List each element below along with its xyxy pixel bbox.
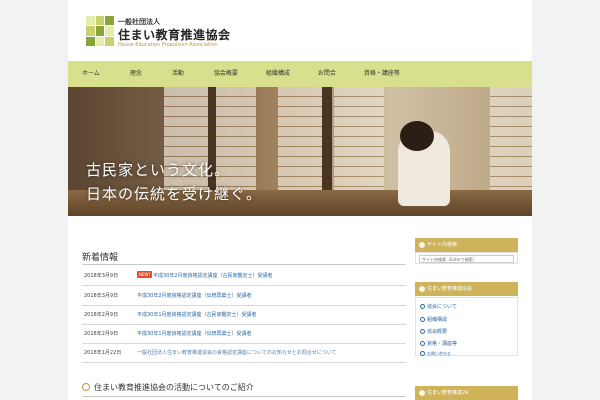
sidebar-link-label: 資格・講座等 [427, 341, 458, 347]
page: 一般社団法人 住まい教育推進協会 House Education Propuls… [0, 0, 600, 400]
news-date: 2018年2月9日 [84, 331, 119, 337]
news-date: 2018年3月9日 [84, 273, 119, 279]
news-date: 2018年2月9日 [84, 312, 119, 318]
news-link[interactable]: 平成30年2月度資格認定講座（伝統再築士）受講者 [137, 292, 252, 299]
news-item: 2018年1月22日 一般社団法人住まい教育推進協会の資格認定講座についてのお知… [82, 344, 406, 363]
logo-title[interactable]: 住まい教育推進協会 [118, 26, 231, 43]
news-link[interactable]: 平成30年1月度資格認定講座（古民家鑑定士）受講者 [137, 311, 257, 318]
heading-dot-icon [419, 390, 425, 396]
news-link[interactable]: 平成30年1月度資格認定講座（伝統再築士）受講者 [137, 330, 252, 337]
arrow-circle-icon [420, 351, 425, 356]
section-bullet-icon [82, 383, 90, 391]
child-hair [400, 121, 434, 151]
sidebar-heading-menu: 住まい教育推進協会 [415, 282, 518, 296]
sidebar-menu: 協会について 組織構成 協会概要 資格・講座等 お問い合わせ [415, 297, 518, 356]
sidebar-link[interactable]: 協会について [420, 303, 457, 310]
news-date: 2018年1月22日 [84, 350, 122, 356]
news-divider [82, 264, 406, 265]
hero-banner: 古民家という文化。 日本の伝統を受け継ぐ。 [68, 87, 532, 216]
main-nav: ホーム 理念 活動 協会概要 組織構成 お問合 資格・講座等 [68, 61, 532, 87]
news-item: 2018年3月9日 平成30年2月度資格認定講座（伝統再築士）受講者 [82, 287, 406, 306]
search-input[interactable]: サイト内検索（Enterで検索） [419, 255, 514, 263]
sidebar-heading-search: サイト内検索 [415, 238, 518, 252]
sidebar-link[interactable]: 資格・講座等 [420, 340, 457, 347]
nav-item-philosophy[interactable]: 理念 [130, 61, 142, 87]
logo-english: House Education Propulsion Association [118, 42, 218, 48]
sidebar-heading-label: 住まい教育推進24 [427, 390, 469, 396]
sidebar-link[interactable]: 協会概要 [420, 328, 447, 335]
heading-dot-icon [419, 286, 425, 292]
arrow-circle-icon [420, 341, 425, 346]
nav-item-about[interactable]: 協会概要 [214, 61, 238, 87]
nav-item-activities[interactable]: 活動 [172, 61, 184, 87]
news-date: 2018年3月9日 [84, 293, 119, 299]
sidebar-link-label: お問い合わせ [427, 351, 451, 356]
nav-item-contact[interactable]: お問合 [318, 61, 336, 87]
logo-mark-icon[interactable] [86, 16, 114, 46]
section-divider [82, 396, 406, 397]
sidebar-link[interactable]: 組織構成 [420, 316, 447, 323]
news-link[interactable]: 平成30年2月度資格認定講座（古民家鑑定士）受講者 [153, 272, 273, 279]
site-header: 一般社団法人 住まい教育推進協会 House Education Propuls… [68, 0, 532, 61]
sidebar-heading-label: 住まい教育推進協会 [427, 286, 473, 292]
sidebar-heading-label: サイト内検索 [427, 242, 458, 248]
section-heading: 住まい教育推進協会の活動についてのご紹介 [94, 383, 254, 392]
heading-dot-icon [419, 242, 425, 248]
sidebar-link-label: 組織構成 [427, 317, 448, 323]
news-heading: 新着情報 [82, 253, 119, 263]
hero-headline-1: 古民家という文化。 [86, 161, 231, 179]
new-badge: NEW! [137, 271, 153, 278]
news-item: 2018年3月9日 NEW! 平成30年2月度資格認定講座（古民家鑑定士）受講者 [82, 267, 406, 286]
search-box: サイト内検索（Enterで検索） [415, 252, 518, 264]
news-item: 2018年2月9日 平成30年1月度資格認定講座（伝統再築士）受講者 [82, 325, 406, 344]
sidebar-heading-bottom: 住まい教育推進24 [415, 386, 518, 400]
sidebar-link-label: 協会について [427, 304, 457, 310]
nav-item-courses[interactable]: 資格・講座等 [364, 61, 400, 87]
arrow-circle-icon [420, 317, 425, 322]
arrow-circle-icon [420, 329, 425, 334]
hero-headline-2: 日本の伝統を受け継ぐ。 [86, 185, 263, 203]
arrow-circle-icon [420, 304, 425, 309]
sidebar-link-label: 協会概要 [427, 329, 448, 335]
nav-item-home[interactable]: ホーム [82, 61, 100, 87]
news-link[interactable]: 一般社団法人住まい教育推進協会の資格認定講座についてのお知らせとお問合せについて [137, 349, 337, 356]
news-item: 2018年2月9日 平成30年1月度資格認定講座（古民家鑑定士）受講者 [82, 306, 406, 325]
nav-item-organization[interactable]: 組織構成 [266, 61, 290, 87]
sidebar-link[interactable]: お問い合わせ [420, 351, 451, 357]
